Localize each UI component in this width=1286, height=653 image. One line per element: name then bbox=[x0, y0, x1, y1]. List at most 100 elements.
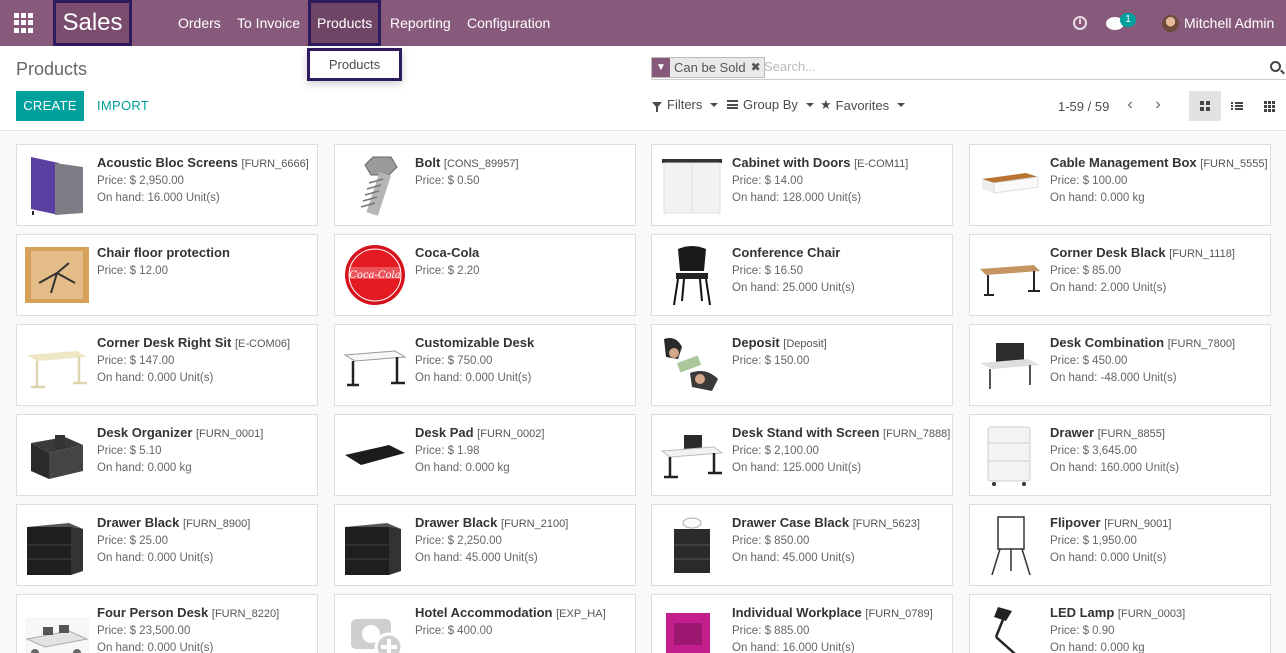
product-card[interactable]: Customizable Desk Price: $ 750.00 On hand:… bbox=[334, 324, 636, 406]
product-name: Chair floor protection bbox=[97, 245, 311, 260]
product-card[interactable]: Drawer [FURN_8855] Price: $ 3,645.00 On ha… bbox=[969, 414, 1271, 496]
product-card[interactable]: Desk Organizer [FURN_0001] Price: $ 5.10 O… bbox=[16, 414, 318, 496]
product-code: [FURN_7888] bbox=[883, 428, 951, 440]
pager-previous-icon[interactable]: ‹ bbox=[1122, 97, 1138, 114]
product-card[interactable]: Four Person Desk [FURN_8220] Price: $ 23,… bbox=[16, 594, 318, 653]
user-menu[interactable]: Mitchell Admin bbox=[1162, 0, 1274, 46]
product-card[interactable]: Cable Management Box [FURN_5555] Price: $… bbox=[969, 144, 1271, 226]
product-card[interactable]: Individual Workplace [FURN_0789] Price: $… bbox=[651, 594, 953, 653]
product-card[interactable]: Flipover [FURN_9001] Price: $ 1,950.00 On … bbox=[969, 504, 1271, 586]
create-button[interactable]: CREATE bbox=[16, 91, 84, 121]
group-by-icon bbox=[727, 100, 738, 109]
product-card[interactable]: Conference Chair Price: $ 16.50 On hand: 2… bbox=[651, 234, 953, 316]
product-price: Price: $ 100.00 bbox=[1050, 175, 1128, 187]
product-card-body: Flipover [FURN_9001] Price: $ 1,950.00 On … bbox=[1050, 515, 1264, 564]
product-card[interactable]: Corner Desk Black [FURN_1118] Price: $ 85… bbox=[969, 234, 1271, 316]
product-name: Conference Chair bbox=[732, 245, 946, 260]
product-price: Price: $ 5.10 bbox=[97, 445, 162, 457]
product-on-hand: On hand: 125.000 Unit(s) bbox=[732, 462, 862, 474]
svg-text:Coca-Cola: Coca-Cola bbox=[349, 270, 400, 281]
product-name-text: Drawer Case Black bbox=[732, 515, 850, 530]
apps-menu-icon[interactable] bbox=[14, 13, 34, 33]
pivot-view-button[interactable] bbox=[1253, 91, 1285, 121]
product-card[interactable]: Desk Stand with Screen [FURN_7888] Price:… bbox=[651, 414, 953, 496]
product-card[interactable]: Chair floor protection Price: $ 12.00 bbox=[16, 234, 318, 316]
pager-value[interactable]: 1-59 / 59 bbox=[1058, 99, 1109, 114]
product-on-hand: On hand: 0.000 Unit(s) bbox=[97, 552, 214, 564]
menu-configuration[interactable]: Configuration bbox=[467, 0, 550, 46]
pager-next-icon[interactable]: › bbox=[1150, 97, 1166, 114]
user-avatar bbox=[1162, 14, 1179, 32]
search-input[interactable] bbox=[764, 59, 1254, 74]
product-image bbox=[25, 513, 89, 577]
product-price: Price: $ 0.50 bbox=[415, 175, 480, 187]
product-card[interactable]: LED Lamp [FURN_0003] Price: $ 0.90 On hand… bbox=[969, 594, 1271, 653]
product-image bbox=[978, 423, 1042, 487]
product-price: Price: $ 400.00 bbox=[415, 625, 493, 637]
favorites-label: Favorites bbox=[835, 97, 890, 113]
product-name-text: Conference Chair bbox=[732, 245, 841, 260]
product-code: [FURN_6666] bbox=[241, 158, 309, 170]
facet-remove-icon[interactable]: ✖ bbox=[750, 58, 764, 77]
product-card-body: Hotel Accommodation [EXP_HA] Price: $ 400… bbox=[415, 605, 629, 637]
product-name-text: Customizable Desk bbox=[415, 335, 535, 350]
product-card[interactable]: Cabinet with Doors [E-COM11] Price: $ 14.… bbox=[651, 144, 953, 226]
product-on-hand: On hand: 16.000 Unit(s) bbox=[97, 192, 220, 204]
product-name: Corner Desk Right Sit [E-COM06] bbox=[97, 335, 311, 350]
product-price: Price: $ 750.00 bbox=[415, 355, 493, 367]
product-code: [FURN_0002] bbox=[477, 428, 545, 440]
product-card[interactable]: Coca-Cola Coca-Cola Price: $ 2.20 bbox=[334, 234, 636, 316]
product-on-hand: On hand: 2.000 Unit(s) bbox=[1050, 282, 1167, 294]
product-name: LED Lamp [FURN_0003] bbox=[1050, 605, 1264, 620]
product-card-body: Four Person Desk [FURN_8220] Price: $ 23,… bbox=[97, 605, 311, 653]
product-card-body: Deposit [Deposit] Price: $ 150.00 bbox=[732, 335, 946, 367]
product-card[interactable]: Hotel Accommodation [EXP_HA] Price: $ 400… bbox=[334, 594, 636, 653]
product-card-body: Desk Stand with Screen [FURN_7888] Price:… bbox=[732, 425, 950, 474]
product-card[interactable]: Deposit [Deposit] Price: $ 150.00 bbox=[651, 324, 953, 406]
product-card[interactable]: Desk Pad [FURN_0002] Price: $ 1.98 On hand… bbox=[334, 414, 636, 496]
favorites-button[interactable]: ★ Favorites bbox=[820, 97, 906, 113]
product-card-body: Desk Combination [FURN_7800] Price: $ 450… bbox=[1050, 335, 1264, 384]
product-card[interactable]: Drawer Black [FURN_8900] Price: $ 25.00 On… bbox=[16, 504, 318, 586]
product-card[interactable]: Acoustic Bloc Screens [FURN_6666] Price: … bbox=[16, 144, 318, 226]
product-image bbox=[343, 153, 407, 217]
product-code: [E-COM11] bbox=[854, 158, 909, 170]
group-by-label: Group By bbox=[743, 97, 798, 112]
product-price: Price: $ 25.00 bbox=[97, 535, 168, 547]
activity-clock-icon[interactable] bbox=[1073, 16, 1087, 30]
product-price: Price: $ 14.00 bbox=[732, 175, 803, 187]
menu-orders[interactable]: Orders bbox=[178, 0, 221, 46]
search-bar: ▼ Can be Sold ✖ bbox=[651, 57, 1286, 80]
product-name-text: Desk Pad bbox=[415, 425, 474, 440]
product-name-text: Desk Organizer bbox=[97, 425, 193, 440]
product-code: [EXP_HA] bbox=[556, 608, 606, 620]
product-card[interactable]: Drawer Black [FURN_2100] Price: $ 2,250.0… bbox=[334, 504, 636, 586]
product-card[interactable]: Corner Desk Right Sit [E-COM06] Price: $ … bbox=[16, 324, 318, 406]
list-view-button[interactable] bbox=[1221, 91, 1253, 121]
product-code: [FURN_8855] bbox=[1097, 428, 1165, 440]
product-name-text: LED Lamp bbox=[1050, 605, 1115, 620]
product-price: Price: $ 16.50 bbox=[732, 265, 803, 277]
products-dropdown-item[interactable]: Products bbox=[307, 48, 402, 81]
group-by-button[interactable]: Group By bbox=[727, 97, 814, 112]
product-name: Cable Management Box [FURN_5555] bbox=[1050, 155, 1268, 170]
product-card-body: Drawer [FURN_8855] Price: $ 3,645.00 On ha… bbox=[1050, 425, 1264, 474]
menu-products[interactable]: Products bbox=[308, 0, 382, 46]
product-on-hand: On hand: -48.000 Unit(s) bbox=[1050, 372, 1177, 384]
product-card[interactable]: Desk Combination [FURN_7800] Price: $ 450… bbox=[969, 324, 1271, 406]
import-button[interactable]: IMPORT bbox=[97, 91, 149, 121]
search-icon[interactable] bbox=[1270, 61, 1281, 72]
menu-to-invoice[interactable]: To Invoice bbox=[237, 0, 300, 46]
product-card[interactable]: Drawer Case Black [FURN_5623] Price: $ 85… bbox=[651, 504, 953, 586]
filters-button[interactable]: Filters bbox=[652, 97, 719, 112]
product-card-body: Conference Chair Price: $ 16.50 On hand: 2… bbox=[732, 245, 946, 294]
menu-reporting[interactable]: Reporting bbox=[390, 0, 451, 46]
product-card[interactable]: Bolt [CONS_89957] Price: $ 0.50 bbox=[334, 144, 636, 226]
product-price: Price: $ 150.00 bbox=[732, 355, 810, 367]
kanban-view-button[interactable] bbox=[1189, 91, 1221, 121]
product-name-text: Drawer Black bbox=[97, 515, 180, 530]
caret-down-icon bbox=[897, 103, 906, 107]
product-card-body: Drawer Black [FURN_8900] Price: $ 25.00 On… bbox=[97, 515, 311, 564]
app-brand[interactable]: Sales bbox=[53, 0, 132, 46]
product-code: [Deposit] bbox=[783, 338, 827, 350]
